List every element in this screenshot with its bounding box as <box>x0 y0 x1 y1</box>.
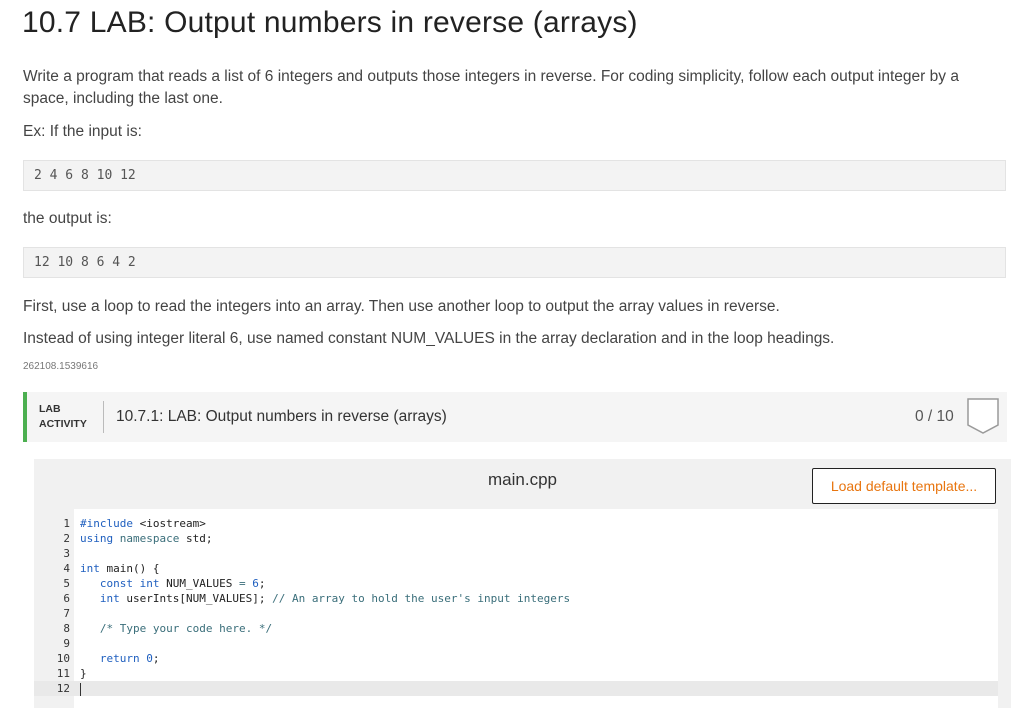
lab-activity-title: 10.7.1: LAB: Output numbers in reverse (… <box>116 408 447 425</box>
code-token: const int <box>99 577 167 590</box>
loop-instructions: First, use a loop to read the integers i… <box>23 298 780 315</box>
code-line[interactable]: 10 return 0; <box>34 651 998 666</box>
code-token: using <box>80 532 120 545</box>
line-number: 6 <box>63 592 70 605</box>
code-line-text: /* Type your code here. */ <box>80 621 272 636</box>
code-token: 6 <box>252 577 259 590</box>
line-number: 7 <box>63 607 70 620</box>
code-token: return <box>99 652 147 665</box>
code-line[interactable]: 12 <box>34 681 998 696</box>
example-output-box: 12 10 8 6 4 2 <box>23 247 1006 278</box>
code-line[interactable]: 4 int main() { <box>34 561 998 576</box>
code-line[interactable]: 5 const int NUM_VALUES = 6; <box>34 576 998 591</box>
code-line[interactable]: 8 /* Type your code here. */ <box>34 621 998 636</box>
code-token: ; <box>152 652 160 665</box>
code-token: main() { <box>106 562 160 575</box>
editor-toolbar: main.cpp Load default template... <box>34 459 1011 505</box>
lab-tag-line1: LAB <box>39 403 61 415</box>
code-token: int <box>80 562 107 575</box>
page-title: 10.7 LAB: Output numbers in reverse (arr… <box>22 6 638 39</box>
code-line-text: const int NUM_VALUES = 6; <box>80 576 266 591</box>
lab-score: 0 / 10 <box>915 408 954 425</box>
line-number: 12 <box>56 682 70 695</box>
lab-divider <box>103 401 104 433</box>
line-number: 1 <box>63 517 70 530</box>
code-token: std; <box>185 532 213 545</box>
text-cursor <box>80 682 81 696</box>
line-number: 8 <box>63 622 70 635</box>
code-editor-panel: main.cpp Load default template... 1 #incl… <box>34 459 1011 708</box>
code-token: <iostream> <box>139 517 206 530</box>
code-editor[interactable]: 1 #include <iostream> 2 using namespace std… <box>34 509 998 708</box>
line-number: 9 <box>63 637 70 650</box>
constant-instructions: Instead of using integer literal 6, use … <box>23 330 835 347</box>
code-token: ; <box>258 577 266 590</box>
line-number: 10 <box>56 652 70 665</box>
lab-activity-tag: LAB ACTIVITY <box>39 402 99 432</box>
code-line-text <box>80 681 81 696</box>
code-line[interactable]: 2 using namespace std; <box>34 531 998 546</box>
code-line-text: #include <iostream> <box>80 516 206 531</box>
instructions-paragraph: Write a program that reads a list of 6 i… <box>23 68 959 107</box>
code-token: userInts[NUM_VALUES]; <box>126 592 273 605</box>
load-default-template-button[interactable]: Load default template... <box>812 468 996 504</box>
code-line-text: int main() { <box>80 561 159 576</box>
code-token: #include <box>80 517 140 530</box>
lab-tag-line2: ACTIVITY <box>39 418 87 430</box>
lab-activity-header: LAB ACTIVITY 10.7.1: LAB: Output numbers… <box>23 392 1007 442</box>
code-line-text: return 0; <box>80 651 160 666</box>
code-line[interactable]: 6 int userInts[NUM_VALUES]; // An array … <box>34 591 998 606</box>
code-token: } <box>80 667 87 680</box>
completion-shield-icon <box>967 398 999 434</box>
line-number: 4 <box>63 562 70 575</box>
code-token: namespace <box>119 532 186 545</box>
problem-id: 262108.1539616 <box>23 361 99 372</box>
code-line[interactable]: 1 #include <iostream> <box>34 516 998 531</box>
code-token: NUM_VALUES <box>166 577 239 590</box>
code-line[interactable]: 9 <box>34 636 998 651</box>
code-line[interactable]: 11} <box>34 666 998 681</box>
example-output-label: the output is: <box>23 210 112 227</box>
example-input-label: Ex: If the input is: <box>23 123 142 140</box>
code-token: /* Type your code here. */ <box>99 622 273 635</box>
code-token: int <box>99 592 127 605</box>
code-line-text: using namespace std; <box>80 531 212 546</box>
code-token: 0 <box>146 652 153 665</box>
code-line-text: } <box>80 666 87 681</box>
code-token: // An array to hold the user's input int… <box>272 592 571 605</box>
code-token: = <box>238 577 253 590</box>
example-input-box: 2 4 6 8 10 12 <box>23 160 1006 191</box>
code-line-text: int userInts[NUM_VALUES]; // An array to… <box>80 591 570 606</box>
code-line[interactable]: 3 <box>34 546 998 561</box>
line-number: 5 <box>63 577 70 590</box>
line-number: 3 <box>63 547 70 560</box>
line-number: 2 <box>63 532 70 545</box>
code-line[interactable]: 7 <box>34 606 998 621</box>
line-number: 11 <box>56 667 70 680</box>
